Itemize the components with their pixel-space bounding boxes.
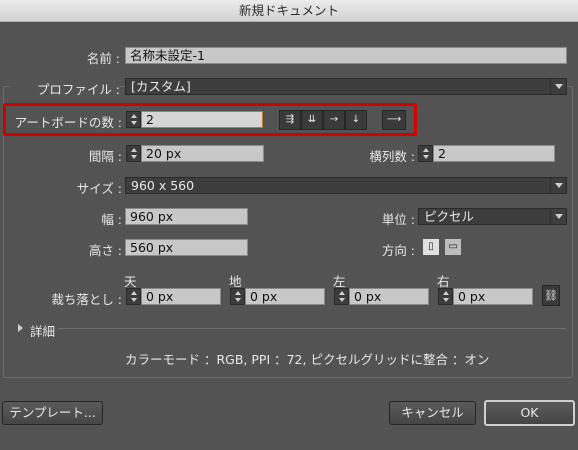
width-label: 幅 : — [101, 212, 122, 227]
bleed-bottom-field[interactable]: 0 px — [245, 288, 325, 305]
grid-by-row-icon[interactable]: ⇶ — [279, 110, 301, 130]
spacing-field[interactable]: 20 px — [141, 145, 264, 162]
portrait-icon[interactable]: ▯ — [422, 238, 440, 256]
height-label: 高さ : — [88, 243, 122, 258]
profile-label: プロファイル : — [10, 79, 120, 98]
chevron-down-icon — [550, 79, 566, 94]
spacing-stepper[interactable] — [126, 145, 141, 162]
arrange-row-icon[interactable]: → — [323, 110, 345, 130]
bleed-right-field[interactable]: 0 px — [453, 288, 533, 305]
size-select-value: 960 x 560 — [131, 178, 195, 193]
name-label: 名前 : — [86, 51, 120, 66]
bleed-left-stepper[interactable] — [334, 288, 349, 305]
units-select[interactable]: ピクセル — [418, 208, 567, 225]
units-label: 単位 : — [381, 212, 415, 227]
size-label: サイズ : — [76, 181, 122, 196]
profile-select[interactable]: [カスタム] — [125, 78, 567, 95]
name-field[interactable]: 名称未設定-1 — [125, 47, 567, 64]
profile-select-value: [カスタム] — [131, 79, 191, 94]
landscape-icon[interactable]: ▭ — [444, 238, 462, 256]
cancel-button[interactable]: キャンセル — [389, 401, 476, 425]
window-title: 新規ドキュメント — [0, 0, 578, 22]
size-select[interactable]: 960 x 560 — [125, 177, 567, 194]
bleed-top-field[interactable]: 0 px — [141, 288, 221, 305]
bleed-bottom-stepper[interactable] — [230, 288, 245, 305]
bleed-left-field[interactable]: 0 px — [349, 288, 429, 305]
chevron-down-icon — [550, 209, 566, 224]
artboards-field[interactable]: 2 — [141, 111, 263, 128]
advanced-toggle[interactable]: 詳細 — [30, 321, 55, 340]
bleed-top-stepper[interactable] — [126, 288, 141, 305]
templates-button[interactable]: テンプレート... — [2, 401, 103, 425]
arrange-column-icon[interactable]: ↓ — [345, 110, 367, 130]
bleed-label: 裁ち落とし : — [51, 292, 122, 307]
right-arrow-icon[interactable]: ⟶ — [382, 110, 406, 130]
advanced-divider — [58, 328, 566, 329]
ok-button[interactable]: OK — [484, 400, 575, 426]
columns-field[interactable]: 2 — [433, 145, 555, 162]
disclosure-triangle-icon[interactable] — [18, 324, 23, 332]
artboards-stepper[interactable] — [126, 111, 141, 128]
columns-stepper[interactable] — [418, 145, 433, 162]
spacing-label: 間隔 : — [88, 149, 122, 164]
bleed-right-stepper[interactable] — [438, 288, 453, 305]
artboards-label: アートボードの数 : — [14, 115, 122, 130]
grid-by-column-icon[interactable]: ⇊ — [301, 110, 323, 130]
chevron-down-icon — [550, 178, 566, 193]
width-field[interactable]: 960 px — [125, 208, 248, 225]
height-field[interactable]: 560 px — [125, 239, 248, 256]
chain-link-icon[interactable]: ⛓ — [542, 285, 560, 306]
columns-label: 横列数 : — [369, 149, 415, 164]
summary-text: カラーモード ：RGB, PPI ：72, ピクセルグリッドに整合 ：オン — [125, 352, 490, 367]
units-select-value: ピクセル — [424, 209, 475, 224]
orientation-label: 方向 : — [381, 243, 415, 258]
